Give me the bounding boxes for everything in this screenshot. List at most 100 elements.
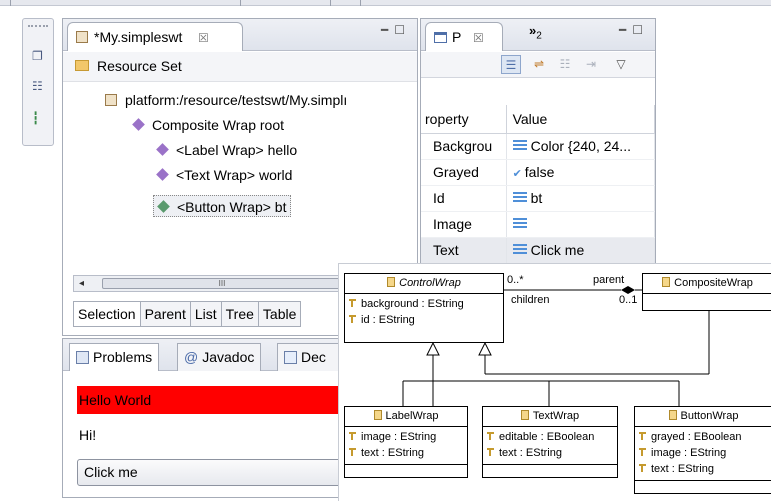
attribute-label: id : EString [361,314,415,326]
resource-set-label: Resource Set [97,58,182,74]
property-name: Id [421,185,507,212]
scroll-thumb[interactable]: III [102,278,342,289]
col-property[interactable]: roperty [421,105,507,134]
table-row[interactable]: Backgrou Color {240, 24... [421,133,655,160]
close-icon[interactable]: ☒ [198,31,209,45]
attribute-row[interactable]: image : EString [639,446,770,462]
javadoc-icon: @ [184,349,199,365]
tree-item-label: <Button Wrap> bt [177,199,287,215]
class-buttonwrap[interactable]: ButtonWrap grayed : EBoolean image : ESt… [634,406,771,494]
attribute-label: text : EString [499,447,562,459]
window-controls: ━☐ [381,23,411,37]
uml-class-diagram: ControlWrap background : EString id : ES… [338,263,771,501]
editor-tab-title: *My.simpleswt [94,29,183,45]
boolean-icon: ✔ [512,168,522,180]
class-attributes: grayed : EBoolean image : EString text :… [635,427,771,480]
tab-table[interactable]: Table [257,301,302,327]
editor-page-tabs: Selection Parent List Tree Table [73,301,302,327]
attribute-row[interactable]: image : EString [349,430,465,446]
class-header: LabelWrap [345,407,467,427]
editor-tab[interactable]: *My.simpleswt ☒ [67,22,243,51]
hi-text-field[interactable]: Hi! [79,427,96,443]
table-row[interactable]: Image [421,211,655,238]
minimize-icon[interactable]: ━ [619,23,632,37]
property-value-cell: ✔ false [506,159,655,186]
attribute-row[interactable]: text : EString [487,446,615,462]
node-icon [157,200,170,213]
top-toolbar-strip [0,0,771,6]
bottom-view: Problems @ Javadoc Dec Hello World Hi! Cl… [62,338,353,498]
class-header: ControlWrap [345,274,503,294]
minimize-icon[interactable]: ━ [381,23,394,37]
restore-icon[interactable]: ❐ [32,49,43,63]
table-row[interactable]: Grayed ✔ false [421,159,655,186]
tree-item-composite-wrap[interactable]: Composite Wrap root [131,114,284,136]
tab-list[interactable]: List [189,301,221,327]
property-name: Backgrou [421,133,507,160]
class-operations [635,480,771,490]
attribute-row[interactable]: editable : EBoolean [487,430,615,446]
resource-set-row[interactable]: Resource Set [63,52,417,82]
class-name: ButtonWrap [680,410,739,422]
click-me-button[interactable]: Click me [77,459,351,486]
view-menu-icon[interactable]: ▽ [611,55,631,74]
restore-default-icon[interactable]: ⇥ [581,55,601,74]
attribute-icon [639,464,646,472]
value-icon [512,140,527,150]
attribute-row[interactable]: background : EString [349,297,501,313]
table-row[interactable]: Id bt [421,185,655,212]
attribute-row[interactable]: grayed : EBoolean [639,430,770,446]
tab-javadoc[interactable]: @ Javadoc [177,343,262,371]
scroll-left-icon[interactable]: ◂ [79,276,84,291]
properties-tab-bar: P ☒ »2 ━☐ [421,19,655,51]
show-categories-icon[interactable]: ☰ [501,55,521,74]
class-controlwrap[interactable]: ControlWrap background : EString id : ES… [344,273,504,343]
multiplicity-children: 0..* [507,274,524,286]
property-value-cell: Click me [506,237,655,264]
properties-tab[interactable]: P ☒ [425,22,503,51]
attribute-icon [349,432,356,440]
tab-problems[interactable]: Problems [69,343,160,371]
tree-item-resource[interactable]: platform:/resource/testswt/My.simplı [105,89,347,111]
table-row[interactable]: Text Click me [421,237,655,264]
class-icon [520,410,529,420]
tree-item-button-wrap[interactable]: <Button Wrap> bt [153,195,292,217]
tree-item-label-wrap[interactable]: <Label Wrap> hello [155,139,297,161]
outline-icon[interactable]: ☷ [32,79,43,93]
col-value[interactable]: Value [506,105,655,134]
attribute-icon [349,299,356,307]
class-textwrap[interactable]: TextWrap editable : EBoolean text : EStr… [482,406,618,478]
maximize-icon[interactable]: ☐ [632,23,649,37]
maximize-icon[interactable]: ☐ [394,23,411,37]
hierarchy-icon[interactable]: ┇ [32,111,39,125]
view-overflow-button[interactable]: »2 [529,23,542,42]
tab-tree[interactable]: Tree [220,301,258,327]
value-icon [512,244,527,254]
problems-icon [76,351,89,364]
class-icon [387,277,396,287]
attribute-row[interactable]: text : EString [349,446,465,462]
property-name: Text [421,237,507,264]
class-labelwrap[interactable]: LabelWrap image : EString text : EString [344,406,468,478]
tree-item-text-wrap[interactable]: <Text Wrap> world [155,164,292,186]
attribute-row[interactable]: text : EString [639,462,770,478]
attribute-row[interactable]: id : EString [349,313,501,329]
tab-selection[interactable]: Selection [73,301,140,327]
show-advanced-icon[interactable]: ⇌ [529,55,549,74]
property-value: Click me [530,242,585,258]
class-name: CompositeWrap [674,277,753,289]
properties-view: P ☒ »2 ━☐ ☰ ⇌ ☷ ⇥ ▽ roperty Value Backgr… [420,18,656,274]
folder-icon [75,60,89,71]
properties-header-row: roperty Value [421,105,655,134]
properties-table: roperty Value Backgrou Color {240, 24...… [421,105,655,264]
filter-icon[interactable]: ☷ [555,55,575,74]
class-name: TextWrap [532,410,580,422]
window-controls: ━☐ [619,23,649,37]
property-value-cell [506,211,655,238]
close-icon[interactable]: ☒ [473,31,484,45]
tab-parent[interactable]: Parent [139,301,190,327]
class-attributes: editable : EBoolean text : EString [483,427,617,464]
class-compositewrap[interactable]: CompositeWrap [642,273,771,311]
property-name: Image [421,211,507,238]
trim-grip[interactable] [28,25,48,28]
